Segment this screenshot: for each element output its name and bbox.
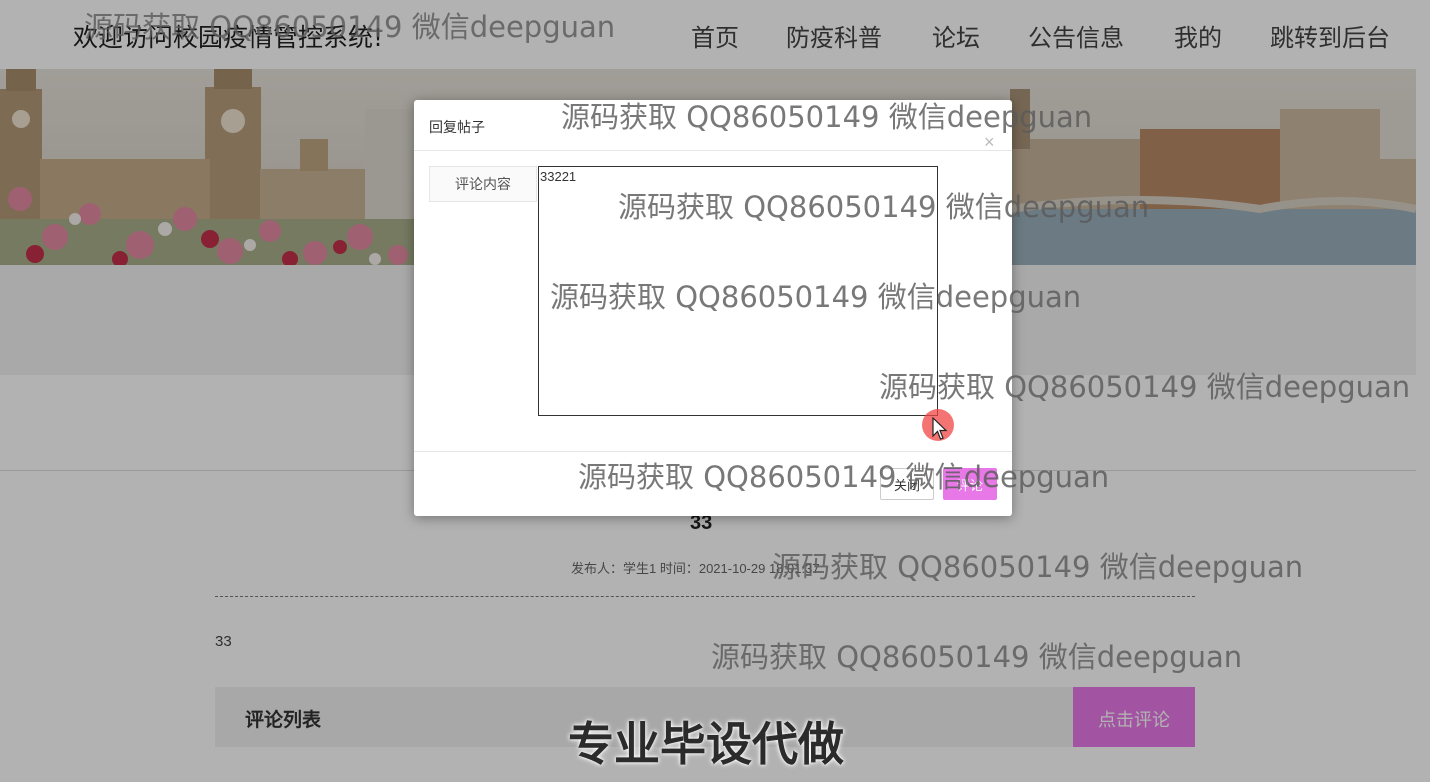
modal-title: 回复帖子 [429, 120, 485, 136]
cursor-icon [932, 417, 948, 440]
modal-footer: 关闭 评论 [414, 451, 1012, 517]
submit-comment-button[interactable]: 评论 [943, 468, 997, 500]
close-icon[interactable]: × [984, 133, 995, 151]
modal-header: 回复帖子 × [414, 100, 1012, 151]
comment-content-label: 评论内容 [429, 166, 537, 202]
close-button[interactable]: 关闭 [880, 468, 934, 500]
comment-textarea[interactable] [538, 166, 938, 416]
reply-modal: 回复帖子 × 评论内容 关闭 评论 [414, 100, 1012, 516]
